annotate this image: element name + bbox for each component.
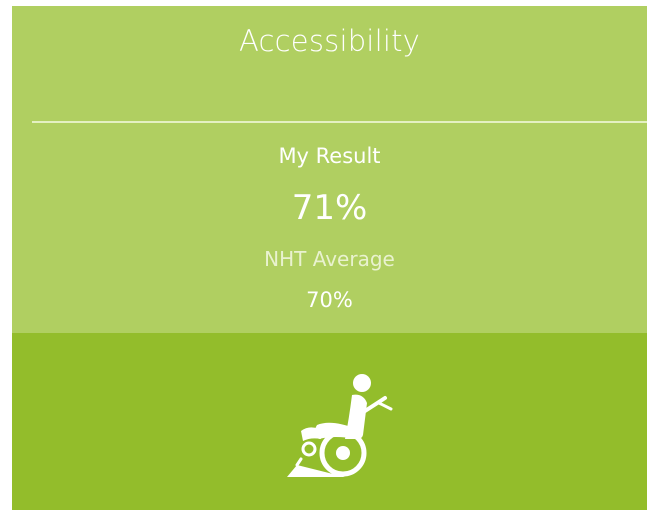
- divider: [32, 121, 647, 123]
- nht-average-value: 70%: [306, 288, 353, 312]
- nht-average-label: NHT Average: [264, 247, 395, 271]
- accessibility-card: Accessibility My Result 71% NHT Average …: [12, 6, 647, 510]
- icon-band: [12, 333, 647, 510]
- my-result-label: My Result: [278, 144, 381, 168]
- my-result-value: 71%: [291, 188, 368, 228]
- card-title: Accessibility: [238, 24, 421, 58]
- wheelchair-ramp-icon: [287, 374, 393, 477]
